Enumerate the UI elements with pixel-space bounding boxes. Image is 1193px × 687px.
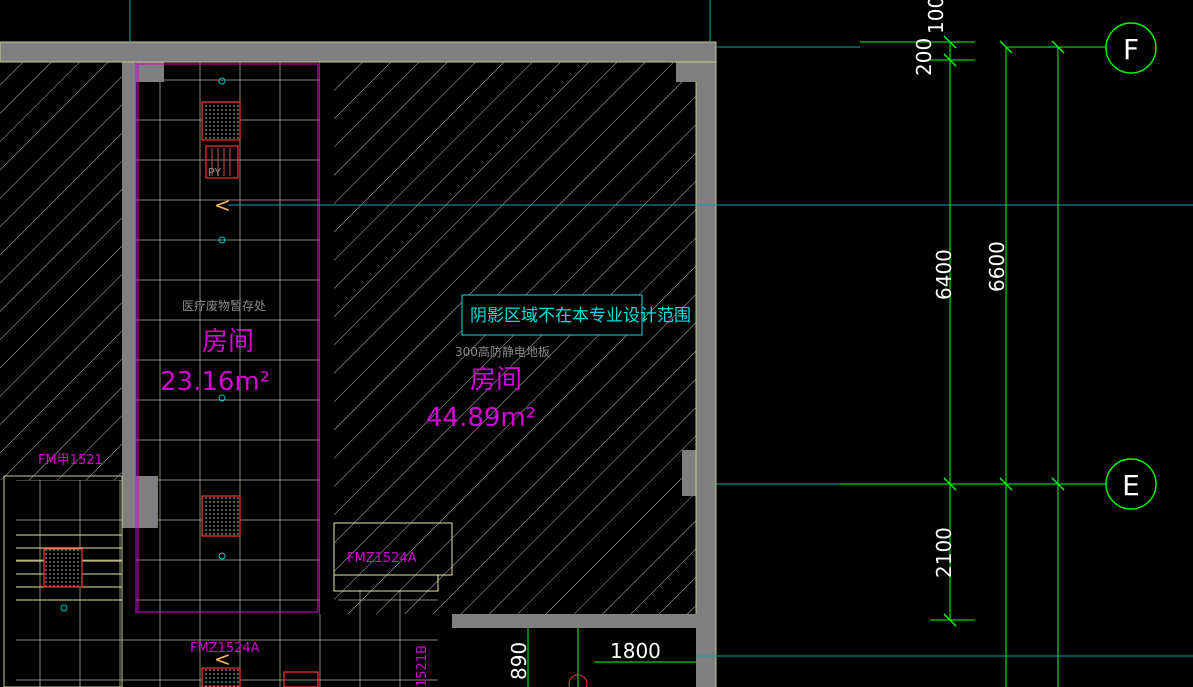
dim-100: 100 [924,0,948,34]
shadow-area-note: 阴影区域不在本专业设计范围 [470,306,691,326]
grid-ticks [943,35,1065,627]
left-hatch-area [0,62,124,480]
arrow-marker-lower: < [214,647,231,671]
room2-note: 300高防静电地板 [455,344,550,359]
axis-label-F: F [1123,33,1139,66]
dim-6400: 6400 [932,249,956,300]
dim-6600: 6600 [985,241,1009,292]
shadow-hatch-area [334,62,696,614]
dim-200: 200 [912,38,936,76]
room1-note: 医疗废物暂存处 [182,298,266,313]
axis-label-E: E [1122,469,1140,502]
axis-bubble-F: F [1105,22,1157,74]
dim-2100: 2100 [932,527,956,578]
door-label-fmz1: FMZ1524A [347,551,417,566]
arrow-marker: < [214,193,231,217]
cad-floor-plan[interactable]: F E 100 200 6400 6600 2100 890 1800 医疗废物… [0,0,1193,687]
room2-name: 房间 [470,365,522,395]
room2-area: 44.89m² [426,403,536,433]
dim-1800: 1800 [610,639,661,663]
axis-bubble-E: E [1105,458,1157,510]
door-label-fm1: FM甲1521 [38,453,103,468]
dim-890: 890 [507,642,531,680]
py-label: PY [208,166,221,179]
room1-name: 房间 [202,327,254,357]
door-label-fm3: 1521B [415,645,430,687]
room1-area: 23.16m² [160,367,270,397]
